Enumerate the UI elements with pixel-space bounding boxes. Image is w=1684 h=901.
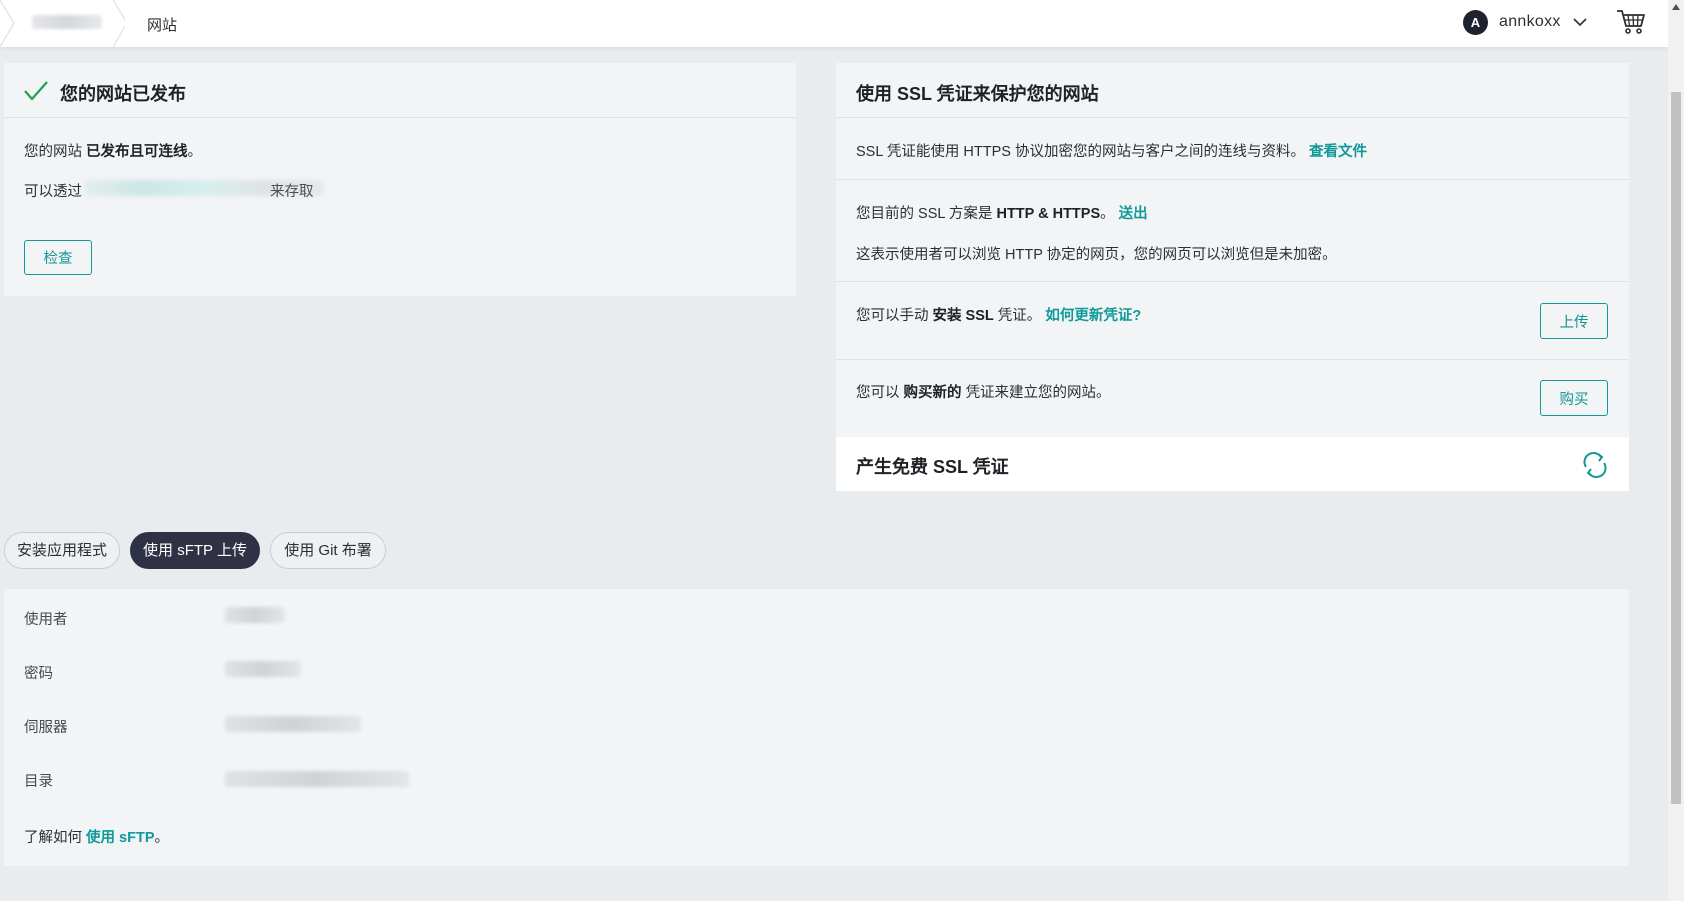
learn-sftp-text: 了解如何 使用 sFTP。 — [24, 826, 169, 847]
scrollbar-thumb[interactable] — [1671, 92, 1681, 804]
scroll-up-arrow-icon[interactable] — [1671, 3, 1681, 11]
field-value-directory — [225, 771, 409, 787]
buy-prefix: 您可以 — [856, 385, 900, 401]
buy-button[interactable]: 购买 — [1540, 380, 1608, 416]
field-label-password: 密码 — [24, 666, 53, 682]
field-value-server — [225, 716, 361, 732]
sftp-details-card: 使用者 密码 伺服器 目录 了解如何 使用 sFTP。 — [4, 589, 1629, 866]
use-sftp-link[interactable]: 使用 sFTP — [86, 830, 154, 846]
ssl-card: 使用 SSL 凭证来保护您的网站 SSL 凭证能使用 HTTPS 协议加密您的网… — [836, 63, 1629, 491]
manual-ssl-text: 您可以手动 安装 SSL 凭证。 如何更新凭证? — [856, 304, 1141, 325]
tab-git-deploy[interactable]: 使用 Git 布署 — [270, 532, 386, 569]
chevron-down-icon[interactable] — [1572, 14, 1588, 30]
plan-suffix: 。 — [1100, 206, 1115, 222]
divider — [836, 359, 1629, 360]
ssl-intro-text: SSL 凭证能使用 HTTPS 协议加密您的网站与客户之间的连线与资料。 — [856, 144, 1305, 160]
divider — [836, 179, 1629, 180]
card-header: 使用 SSL 凭证来保护您的网站 — [836, 63, 1629, 118]
buy-ssl-text: 您可以 购买新的 凭证来建立您的网站。 — [856, 381, 1111, 402]
access-prefix: 可以透过 — [24, 184, 82, 200]
tab-sftp-upload[interactable]: 使用 sFTP 上传 — [130, 532, 260, 569]
status-bold: 已发布且可连线 — [86, 144, 188, 160]
buy-bold: 购买新的 — [903, 385, 962, 401]
field-value-user — [225, 607, 285, 623]
breadcrumb-home-label — [32, 15, 102, 29]
field-value-password — [225, 661, 301, 677]
ssl-intro: SSL 凭证能使用 HTTPS 协议加密您的网站与客户之间的连线与资料。 查看文… — [856, 140, 1367, 161]
upload-button[interactable]: 上传 — [1540, 303, 1608, 339]
refresh-icon[interactable] — [1581, 451, 1609, 479]
plan-prefix: 您目前的 SSL 方案是 — [856, 206, 993, 222]
field-label-server: 伺服器 — [24, 720, 68, 736]
top-header: 网站 A annkoxx — [0, 0, 1668, 47]
manual-bold: 安装 SSL — [932, 308, 994, 324]
plan-bold: HTTP & HTTPS — [996, 206, 1101, 222]
submit-link[interactable]: 送出 — [1119, 206, 1148, 222]
learn-prefix: 了解如何 — [24, 830, 82, 846]
card-title: 使用 SSL 凭证来保护您的网站 — [856, 84, 1099, 104]
breadcrumb-current: 网站 — [147, 17, 178, 34]
avatar[interactable]: A — [1463, 10, 1488, 35]
cart-icon[interactable] — [1616, 8, 1646, 36]
plan-note: 这表示使用者可以浏览 HTTP 协定的网页，您的网页可以浏览但是未加密。 — [856, 247, 1337, 263]
username[interactable]: annkoxx — [1499, 13, 1561, 31]
card-header: 您的网站已发布 — [4, 63, 796, 118]
free-ssl-row[interactable]: 产生免费 SSL 凭证 — [836, 437, 1629, 491]
check-button[interactable]: 检查 — [24, 240, 92, 275]
published-status-text: 您的网站 已发布且可连线。 — [24, 140, 202, 161]
view-docs-link[interactable]: 查看文件 — [1309, 144, 1367, 160]
tab-install-apps[interactable]: 安装应用程式 — [4, 532, 120, 569]
access-suffix: 来存取 — [270, 184, 314, 200]
field-label-directory: 目录 — [24, 774, 53, 790]
buy-suffix: 凭证来建立您的网站。 — [965, 385, 1111, 401]
card-title: 您的网站已发布 — [60, 84, 186, 104]
status-prefix: 您的网站 — [24, 144, 82, 160]
divider — [836, 281, 1629, 282]
breadcrumb-home[interactable] — [0, 0, 125, 47]
access-text: 可以透过 — [24, 180, 82, 201]
manual-suffix: 凭证。 — [997, 308, 1042, 324]
vertical-scrollbar[interactable] — [1668, 0, 1684, 901]
manual-prefix: 您可以手动 — [856, 308, 929, 324]
learn-suffix: 。 — [154, 830, 170, 846]
check-icon — [24, 81, 48, 101]
website-published-card: 您的网站已发布 您的网站 已发布且可连线。 可以透过 来存取 检查 — [4, 63, 796, 296]
how-to-update-link[interactable]: 如何更新凭证? — [1045, 308, 1141, 324]
free-ssl-title: 产生免费 SSL 凭证 — [856, 457, 1009, 477]
ssl-plan: 您目前的 SSL 方案是 HTTP & HTTPS。 送出 — [856, 202, 1148, 223]
field-label-user: 使用者 — [24, 612, 68, 628]
status-suffix: 。 — [187, 144, 203, 160]
